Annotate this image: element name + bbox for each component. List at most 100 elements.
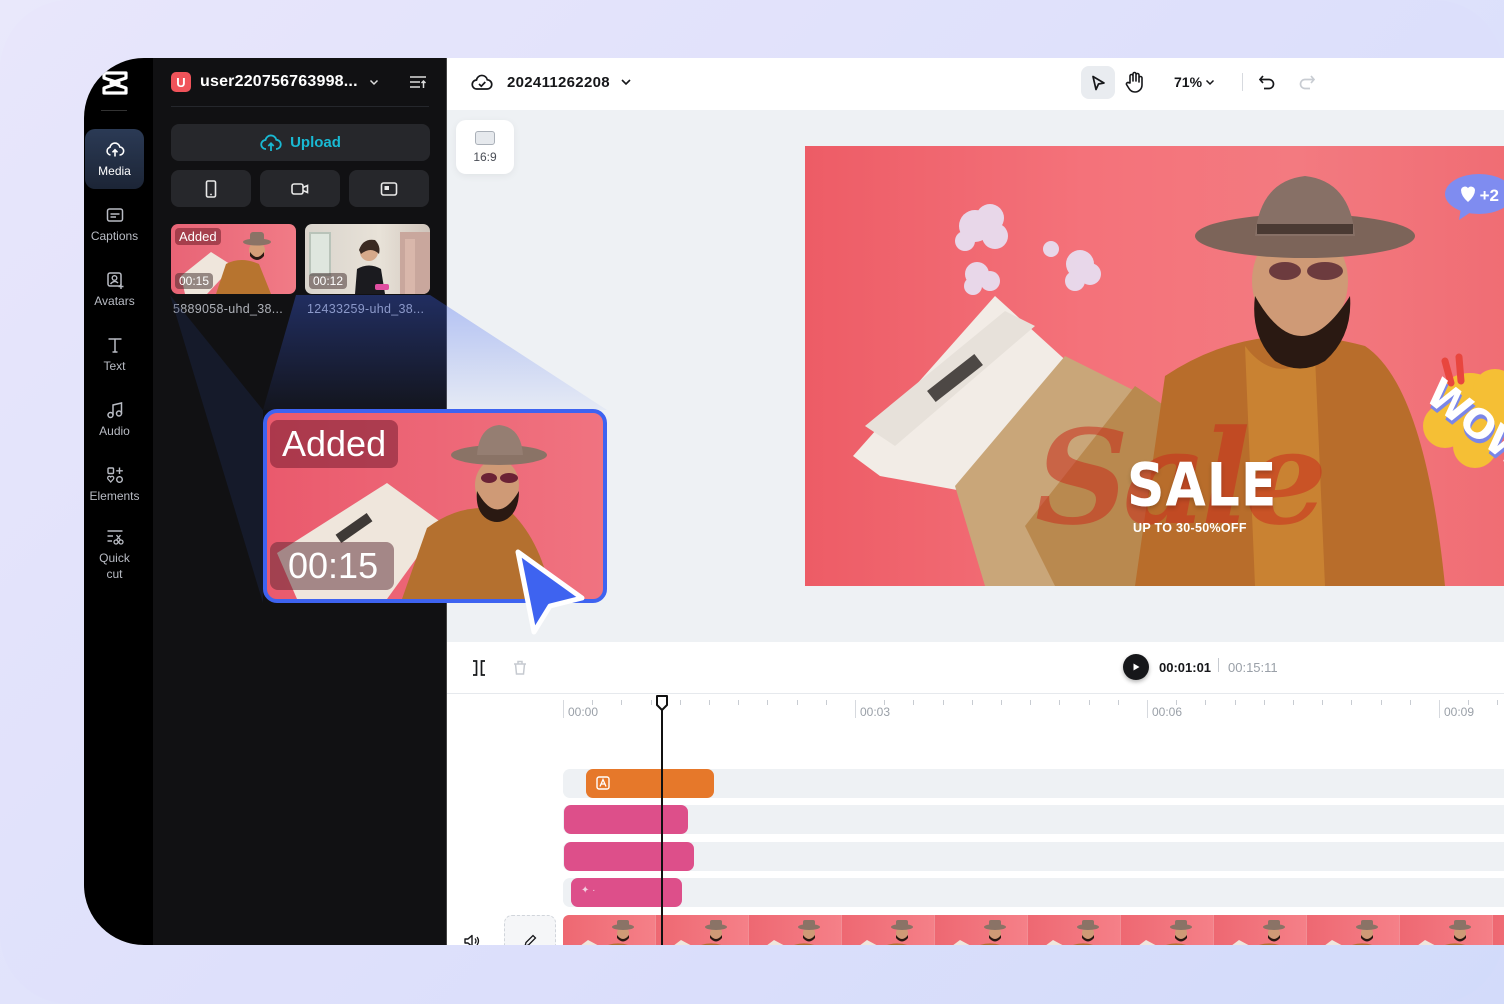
ruler-label: 00:09 [1444, 705, 1475, 719]
playhead[interactable] [661, 708, 663, 945]
sidebar-item-media[interactable]: Media [85, 129, 144, 189]
sidebar-item-label: Captions [90, 228, 139, 243]
select-tool-button[interactable] [1081, 66, 1115, 99]
ruler-minor-tick [1088, 700, 1090, 705]
time-separator [1218, 658, 1219, 672]
phone-icon [205, 179, 217, 198]
ruler-minor-tick [884, 700, 886, 705]
ruler-minor-tick [738, 700, 740, 705]
ruler-minor-tick [1205, 700, 1207, 705]
ruler-label: 00:03 [860, 705, 891, 719]
sidebar-item-avatars[interactable]: Avatars [85, 259, 144, 319]
filmstrip-frame [563, 915, 656, 945]
sort-icon[interactable] [409, 73, 427, 91]
sidebar-item-audio[interactable]: Audio [85, 389, 144, 449]
chevron-down-icon[interactable] [619, 75, 633, 89]
effect-track [563, 805, 1504, 834]
ruler-major-tick [563, 700, 564, 718]
ruler-minor-tick [1497, 700, 1499, 705]
sale-subline: UP TO 30-50%OFF [1133, 521, 1247, 535]
ruler-minor-tick [1468, 700, 1470, 705]
ruler-minor-tick [1059, 700, 1061, 705]
total-duration: 00:15:11 [1228, 660, 1278, 675]
music-note-icon [106, 401, 122, 418]
aspect-ratio-label: 16:9 [473, 149, 497, 164]
sidebar-item-quick-cut[interactable]: Quick cut [85, 519, 144, 589]
ruler-minor-tick [767, 700, 769, 705]
redo-icon [1299, 75, 1316, 90]
captions-icon [106, 207, 123, 222]
ruler-label: 00:00 [568, 705, 599, 719]
record-screen-button[interactable] [349, 170, 429, 207]
ruler-minor-tick [1234, 700, 1236, 705]
ruler-minor-tick [971, 700, 973, 705]
effect-clip[interactable] [564, 805, 688, 834]
timeline-ruler[interactable]: 00:00 00:03 00:06 00:09 [447, 694, 1504, 734]
media-item[interactable]: Added 00:15 [171, 224, 296, 294]
undo-icon[interactable] [1257, 72, 1277, 92]
timeline-toolbar: 00:01:01 00:15:11 [447, 642, 1504, 694]
effect-track [563, 842, 1504, 871]
sidebar-item-elements[interactable]: Elements [85, 454, 144, 514]
ruler-minor-tick [709, 700, 710, 705]
filmstrip-frame [1400, 915, 1493, 945]
ruler-minor-tick [650, 700, 652, 705]
sidebar-item-label: Media [98, 163, 131, 178]
ruler-label: 00:06 [1152, 705, 1183, 719]
delete-icon [514, 660, 526, 675]
effect-clip[interactable] [564, 842, 694, 871]
play-button[interactable] [1123, 654, 1149, 680]
sidebar-item-label: Audio [99, 423, 130, 438]
camera-icon [291, 182, 309, 195]
filmstrip-frame [1307, 915, 1400, 945]
hand-tool-icon[interactable] [1124, 70, 1146, 94]
sidebar-item-label: Quick cut [99, 550, 130, 581]
ruler-minor-tick [679, 700, 681, 705]
record-camera-button[interactable] [260, 170, 340, 207]
text-icon [108, 337, 121, 353]
ruler-minor-tick [1176, 700, 1178, 705]
top-bar: 202411262208 71% [447, 58, 1504, 110]
cloud-saved-icon [471, 74, 493, 90]
user-avatar: U [171, 72, 191, 92]
media-item-name: 12433259-uhd_38... [307, 302, 425, 316]
filmstrip-frame [1121, 915, 1214, 945]
filmstrip-frame [749, 915, 842, 945]
ruler-minor-tick [1409, 700, 1411, 705]
sidebar-item-captions[interactable]: Captions [85, 194, 144, 254]
ruler-minor-tick [1322, 700, 1324, 705]
ruler-minor-tick [621, 700, 623, 705]
account-switcher[interactable]: U user220756763998... [171, 70, 429, 94]
ruler-minor-tick [1380, 700, 1382, 705]
zoom-level[interactable]: 71% [1174, 74, 1202, 90]
user-name: user220756763998... [200, 73, 358, 90]
quick-cut-icon [107, 529, 124, 545]
sidebar-item-label: Text [103, 358, 126, 373]
mouse-cursor-icon [515, 549, 585, 635]
project-name[interactable]: 202411262208 [507, 74, 610, 91]
ruler-minor-tick [942, 700, 944, 705]
like-count: +2 [1479, 186, 1499, 205]
video-preview[interactable]: Sale SALE UP TO 30-50%OFF +2 WOW [805, 146, 1504, 586]
chevron-down-icon[interactable] [1204, 76, 1216, 88]
sticker-clip[interactable]: ✦ · [571, 878, 682, 907]
play-icon [1133, 663, 1140, 671]
sidebar-item-label: Avatars [94, 293, 135, 308]
sidebar-item-text[interactable]: Text [85, 324, 144, 384]
aspect-ratio-button[interactable]: 16:9 [456, 120, 514, 174]
text-clip[interactable] [586, 769, 714, 798]
upload-button[interactable]: Upload [171, 124, 430, 161]
filmstrip-frame [1028, 915, 1121, 945]
media-item[interactable]: 00:12 [305, 224, 430, 294]
playhead-handle[interactable] [655, 694, 669, 712]
ruler-minor-tick [1263, 700, 1265, 705]
volume-icon[interactable] [463, 932, 481, 945]
phone-upload-button[interactable] [171, 170, 251, 207]
video-track[interactable] [563, 915, 1504, 945]
pointer-icon [1092, 75, 1105, 90]
cover-edit-button[interactable] [504, 915, 556, 945]
duration-badge: 00:12 [309, 273, 348, 289]
ruler-minor-tick [1030, 700, 1032, 705]
aspect-ratio-icon [475, 130, 495, 145]
split-icon[interactable] [471, 659, 487, 677]
